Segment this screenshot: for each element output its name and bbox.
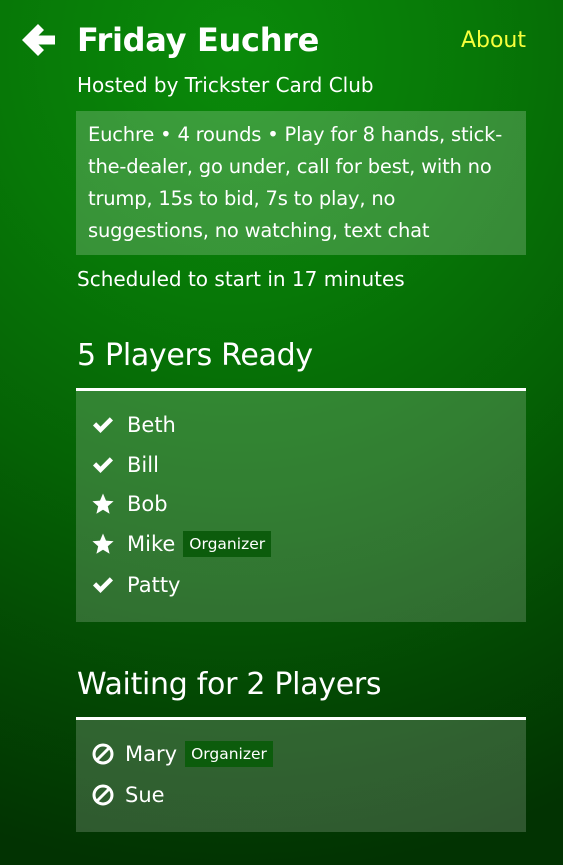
player-name: Mary bbox=[125, 742, 178, 766]
prohibited-icon bbox=[91, 742, 115, 766]
list-item: Sue bbox=[91, 780, 165, 810]
check-icon bbox=[91, 413, 115, 437]
check-icon bbox=[91, 453, 115, 477]
about-link[interactable]: About bbox=[461, 27, 526, 55]
waiting-heading: Waiting for 2 Players bbox=[77, 667, 382, 702]
list-item: Mary Organizer bbox=[91, 739, 273, 769]
star-icon bbox=[91, 492, 115, 516]
organizer-badge: Organizer bbox=[183, 531, 272, 557]
list-item: Patty bbox=[91, 570, 180, 600]
player-name: Sue bbox=[125, 783, 165, 807]
list-item: Bill bbox=[91, 450, 159, 480]
waiting-player-list: Mary Organizer Sue bbox=[76, 720, 526, 832]
schedule-text: Scheduled to start in 17 minutes bbox=[77, 267, 405, 291]
ready-player-list: Beth Bill Bob Mike Organizer Patty bbox=[76, 391, 526, 622]
game-description: Euchre • 4 rounds • Play for 8 hands, st… bbox=[76, 111, 526, 255]
prohibited-icon bbox=[91, 783, 115, 807]
player-name: Beth bbox=[127, 413, 176, 437]
check-icon bbox=[91, 573, 115, 597]
page-title: Friday Euchre bbox=[77, 21, 320, 59]
player-name: Patty bbox=[127, 573, 181, 597]
arrow-left-icon bbox=[22, 24, 55, 56]
list-item: Mike Organizer bbox=[91, 529, 272, 559]
organizer-badge: Organizer bbox=[185, 741, 273, 767]
host-text: Hosted by Trickster Card Club bbox=[77, 73, 374, 97]
player-name: Bill bbox=[127, 453, 159, 477]
ready-heading: 5 Players Ready bbox=[77, 338, 313, 373]
list-item: Beth bbox=[91, 410, 176, 440]
player-name: Bob bbox=[127, 492, 168, 516]
back-button[interactable] bbox=[18, 20, 58, 60]
list-item: Bob bbox=[91, 489, 168, 519]
player-name: Mike bbox=[127, 532, 176, 556]
star-icon bbox=[91, 532, 115, 556]
